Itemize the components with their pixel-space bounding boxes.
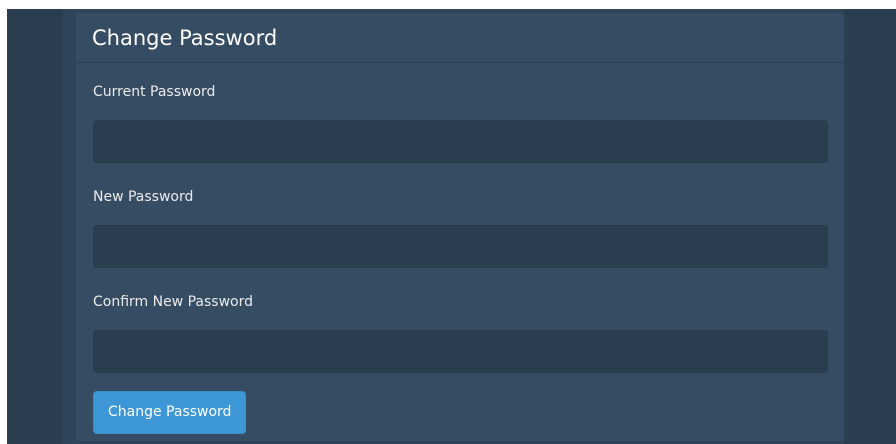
panel-body: Current Password New Password Confirm Ne… bbox=[76, 83, 844, 434]
confirm-password-input[interactable] bbox=[93, 330, 828, 373]
current-password-label: Current Password bbox=[93, 84, 216, 100]
new-password-group: New Password bbox=[93, 188, 828, 268]
new-password-input[interactable] bbox=[93, 225, 828, 268]
new-password-label: New Password bbox=[93, 189, 194, 205]
panel-heading: Change Password bbox=[76, 13, 844, 63]
current-password-input[interactable] bbox=[93, 120, 828, 163]
current-password-group: Current Password bbox=[93, 83, 828, 163]
panel-title: Change Password bbox=[92, 26, 278, 50]
change-password-panel: Change Password Current Password New Pas… bbox=[75, 12, 845, 442]
confirm-password-label: Confirm New Password bbox=[93, 294, 254, 310]
confirm-password-group: Confirm New Password bbox=[93, 293, 828, 373]
change-password-button[interactable]: Change Password bbox=[93, 391, 247, 434]
